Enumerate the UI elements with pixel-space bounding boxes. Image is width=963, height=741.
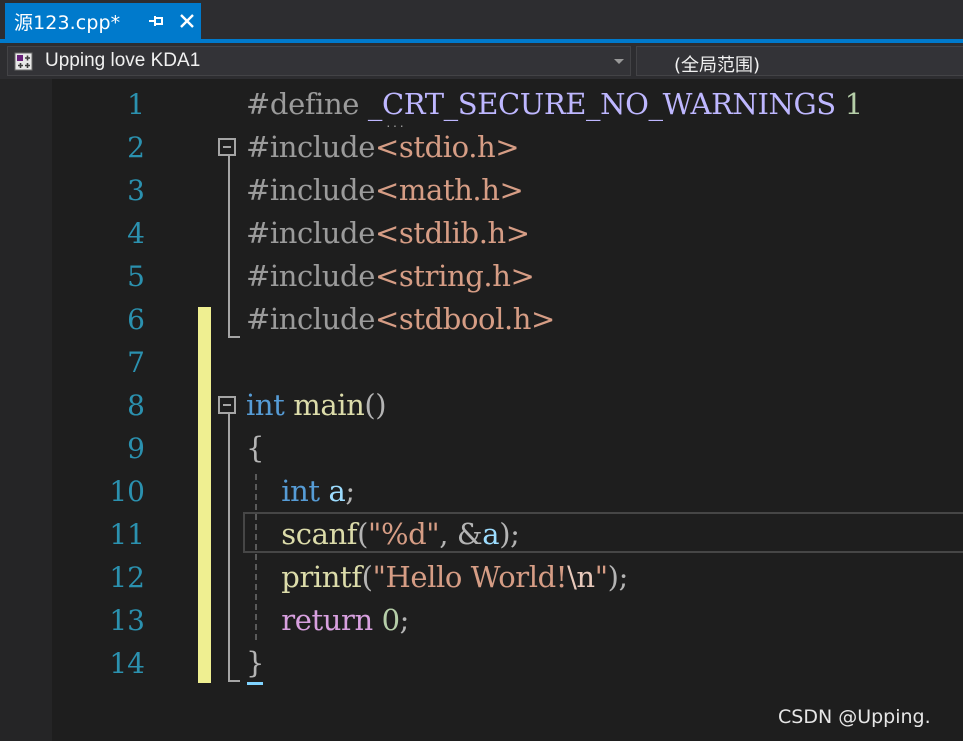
line-number: 13	[109, 604, 145, 637]
code-token: <stdbool.h>	[374, 302, 555, 336]
code-token: ;	[345, 474, 355, 508]
outline-guide	[228, 414, 230, 680]
code-token: return	[281, 603, 373, 637]
line-number: 7	[127, 346, 145, 379]
code-line[interactable]: #include<stdio.h>	[246, 126, 520, 169]
line-number: 2	[127, 131, 145, 164]
tab-title: 源123.cpp*	[14, 11, 121, 34]
code-token: <stdlib.h>	[374, 216, 530, 250]
line-number: 4	[127, 217, 145, 250]
line-number: 10	[109, 475, 145, 508]
code-token: 0	[381, 603, 400, 637]
project-name: Upping love KDA1	[45, 50, 201, 71]
line-number: 6	[127, 303, 145, 336]
scope-dropdown[interactable]: (全局范围)	[636, 46, 963, 76]
line-number: 12	[109, 561, 145, 594]
collapse-toggle-icon[interactable]	[218, 138, 236, 156]
code-token: );	[499, 517, 520, 551]
outline-guide-end	[228, 680, 240, 682]
change-tracking-bar	[198, 307, 211, 683]
code-token: int	[246, 388, 285, 422]
code-token: printf	[281, 560, 362, 594]
line-number: 8	[127, 389, 145, 422]
code-token: "Hello World!	[372, 560, 568, 594]
code-token: int	[281, 474, 320, 508]
line-number: 1	[127, 88, 145, 121]
code-line[interactable]: #include<stdlib.h>	[246, 212, 530, 255]
code-line[interactable]: int main()	[246, 384, 387, 427]
code-token: ;	[399, 603, 410, 637]
watermark: CSDN @Upping.	[778, 706, 931, 728]
line-number: 11	[109, 518, 145, 551]
chevron-down-icon[interactable]	[614, 59, 624, 64]
project-dropdown[interactable]: Upping love KDA1	[7, 46, 631, 76]
line-number: 14	[109, 647, 145, 680]
code-token: );	[607, 560, 629, 594]
code-line[interactable]: return 0;	[246, 599, 409, 642]
project-icon	[14, 52, 33, 71]
code-line[interactable]: #define _CRT_SECURE_NO_WARNINGS 1	[246, 83, 863, 126]
tab-strip: 源123.cpp*	[0, 0, 963, 43]
code-token: (	[361, 560, 373, 594]
code-token: a	[328, 474, 346, 508]
code-editor[interactable]: 1 2 3 4 5 6 7 8 9 10 11 12 13 14 ··· #define _CRT_SEC…	[0, 79, 963, 741]
code-token: ()	[364, 388, 387, 422]
code-token: #include	[246, 302, 375, 336]
code-token: {	[246, 431, 265, 465]
code-token: "	[594, 560, 608, 594]
code-token: "%d"	[368, 517, 440, 551]
line-number: 9	[127, 432, 145, 465]
code-token: }	[246, 646, 265, 680]
code-line[interactable]: printf("Hello World!\n");	[246, 556, 628, 599]
code-token: \n	[567, 560, 595, 594]
line-number: 5	[127, 260, 145, 293]
code-token: #include	[246, 130, 375, 164]
line-number: 3	[127, 174, 145, 207]
code-token: #define	[246, 87, 368, 121]
code-token: a	[482, 517, 500, 551]
code-token: <stdio.h>	[374, 130, 520, 164]
code-token: scanf	[281, 517, 358, 551]
code-line[interactable]: #include<math.h>	[246, 169, 524, 212]
code-line[interactable]: #include<stdbool.h>	[246, 298, 555, 341]
code-token: #include	[246, 216, 375, 250]
code-line[interactable]: {	[246, 427, 264, 470]
close-icon[interactable]	[177, 11, 197, 31]
pin-icon[interactable]	[147, 11, 165, 31]
code-token: _CRT_SECURE_NO_WARNINGS	[367, 87, 836, 121]
scope-name: (全局范围)	[674, 55, 761, 76]
code-token: #include	[246, 259, 375, 293]
navigation-bar: Upping love KDA1 (全局范围)	[0, 43, 963, 79]
code-token: , &	[439, 517, 483, 551]
outline-guide	[228, 156, 230, 336]
outline-guide-end	[228, 336, 240, 338]
code-token: main	[293, 388, 365, 422]
code-token: 1	[835, 87, 863, 121]
tab-source-file[interactable]: 源123.cpp*	[5, 3, 201, 39]
code-token: #include	[246, 173, 375, 207]
code-line[interactable]: int a;	[246, 470, 355, 513]
collapse-toggle-icon[interactable]	[218, 396, 236, 414]
indicator-margin	[0, 79, 52, 741]
code-line[interactable]: #include<string.h>	[246, 255, 535, 298]
code-token: <string.h>	[374, 259, 535, 293]
code-token: <math.h>	[374, 173, 524, 207]
code-line[interactable]: scanf("%d", &a);	[246, 513, 520, 556]
code-line[interactable]: }	[246, 642, 264, 685]
code-token: (	[357, 517, 369, 551]
